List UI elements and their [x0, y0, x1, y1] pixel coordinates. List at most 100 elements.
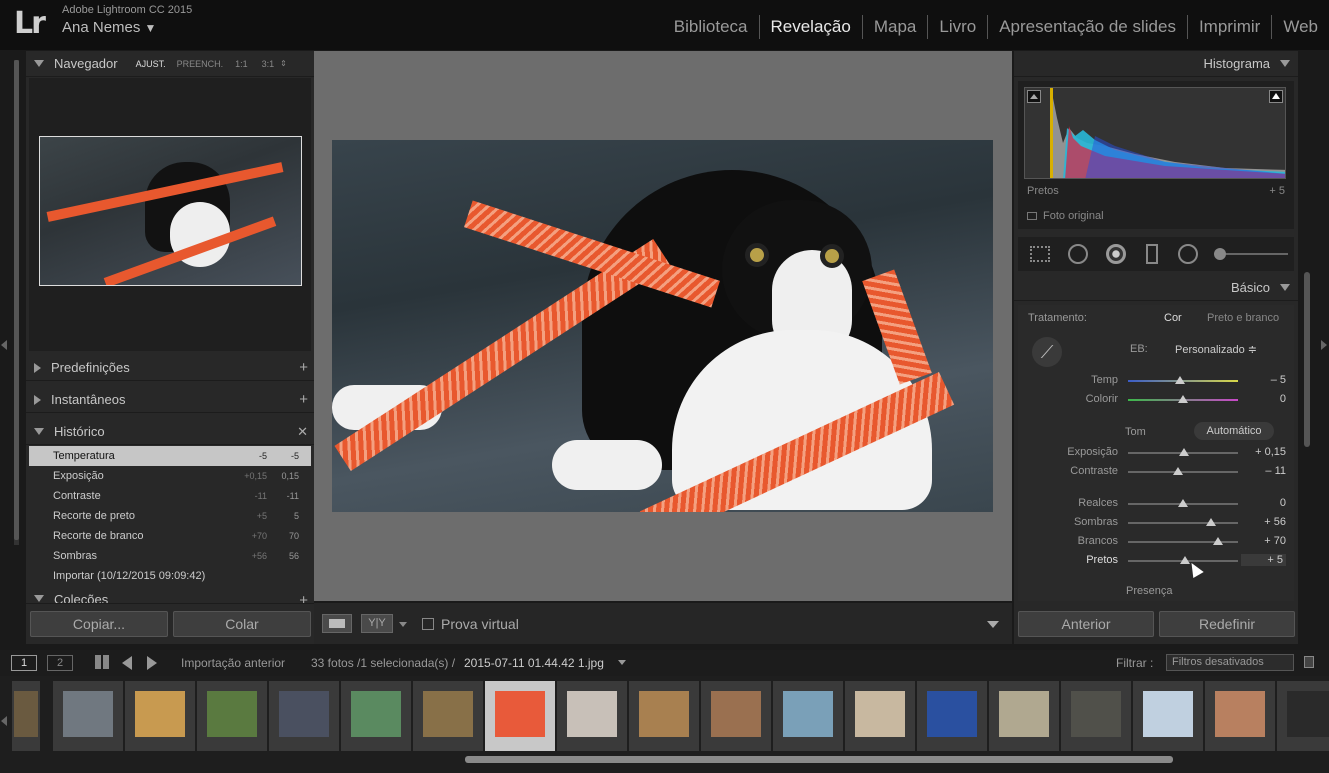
slider-knob[interactable] [1178, 395, 1188, 403]
film-thumbnail[interactable] [269, 681, 339, 751]
slider-knob[interactable] [1205, 518, 1216, 526]
module-develop[interactable]: Revelação [758, 15, 862, 39]
history-item[interactable]: Recorte de branco +70 70 [29, 526, 311, 546]
slider-track[interactable] [1128, 471, 1238, 473]
wb-select[interactable]: Personalizado ≑ [1175, 343, 1257, 356]
film-thumbnail[interactable] [485, 681, 555, 751]
shadow-clip-icon[interactable] [1027, 90, 1041, 103]
snapshots-header[interactable]: Instantâneos + [26, 387, 314, 413]
window-1-button[interactable]: 1 [11, 655, 37, 671]
treatment-bw[interactable]: Preto e branco [1207, 312, 1279, 324]
original-photo-checkbox[interactable] [1027, 212, 1037, 220]
film-thumbnail[interactable] [629, 681, 699, 751]
add-collection-icon[interactable]: + [299, 592, 308, 603]
soft-proof-checkbox[interactable] [422, 618, 434, 630]
film-thumbnail[interactable] [917, 681, 987, 751]
film-thumbnail[interactable] [1133, 681, 1203, 751]
filter-lock-icon[interactable] [1304, 656, 1314, 668]
loupe-view-icon[interactable] [322, 614, 352, 633]
reset-button[interactable]: Redefinir [1159, 611, 1295, 637]
module-map[interactable]: Mapa [861, 15, 928, 39]
slider-2[interactable]: Exposição + 0,15 [1018, 444, 1296, 460]
slider-knob[interactable] [1178, 499, 1188, 507]
slider-value[interactable]: – 11 [1265, 465, 1286, 477]
module-slideshow[interactable]: Apresentação de slides [987, 15, 1187, 39]
zoom-3-1[interactable]: 3:1 [262, 59, 275, 69]
add-preset-icon[interactable]: + [299, 359, 308, 376]
forward-arrow-icon[interactable] [147, 656, 157, 670]
film-thumbnail[interactable] [53, 681, 123, 751]
film-thumbnail[interactable] [125, 681, 195, 751]
film-thumbnail[interactable] [1205, 681, 1275, 751]
history-header[interactable]: Histórico ✕ [26, 419, 314, 445]
main-photo[interactable] [332, 140, 993, 512]
zoom-fit[interactable]: AJUST. [136, 59, 166, 69]
navigator-header[interactable]: Navegador AJUST. PREENCH. 1:1 3:1 ⇕ [26, 51, 314, 77]
slider-knob[interactable] [1180, 556, 1191, 564]
file-menu-arrow-icon[interactable] [618, 660, 626, 665]
module-library[interactable]: Biblioteca [663, 15, 759, 39]
film-thumbnail[interactable] [1061, 681, 1131, 751]
slider-value[interactable]: 0 [1280, 497, 1286, 509]
crop-tool-icon[interactable] [1030, 246, 1050, 262]
before-after-toggle[interactable]: Y|Y [361, 614, 393, 633]
slider-knob[interactable] [1179, 448, 1190, 456]
slider-value[interactable]: – 5 [1271, 374, 1286, 386]
film-thumbnail[interactable] [1277, 681, 1329, 751]
history-item[interactable]: Recorte de preto +5 5 [29, 506, 311, 526]
zoom-fill[interactable]: PREENCH. [177, 59, 224, 69]
left-scrollbar[interactable] [14, 60, 19, 545]
radial-filter-icon[interactable] [1178, 244, 1198, 264]
clear-history-icon[interactable]: ✕ [297, 424, 308, 440]
film-thumbnail[interactable] [989, 681, 1059, 751]
dropdown-arrow-icon[interactable] [399, 622, 407, 627]
slider-6[interactable]: Brancos + 70 [1018, 533, 1296, 549]
film-thumbnail[interactable] [773, 681, 843, 751]
previous-button[interactable]: Anterior [1018, 611, 1154, 637]
slider-5[interactable]: Sombras + 56 [1018, 514, 1296, 530]
history-item[interactable]: Contraste -11 -11 [29, 486, 311, 506]
add-snapshot-icon[interactable]: + [299, 391, 308, 408]
back-arrow-icon[interactable] [122, 656, 132, 670]
navigator-thumbnail[interactable] [39, 136, 302, 286]
history-item[interactable]: Sombras +56 56 [29, 546, 311, 566]
history-item[interactable]: Temperatura -5 -5 [29, 446, 311, 466]
module-book[interactable]: Livro [927, 15, 987, 39]
film-thumbnail[interactable] [557, 681, 627, 751]
slider-knob[interactable] [1172, 467, 1183, 475]
slider-value[interactable]: + 70 [1264, 535, 1286, 547]
filter-select[interactable]: Filtros desativados [1166, 654, 1294, 671]
film-thumbnail[interactable] [413, 681, 483, 751]
film-thumbnail[interactable] [845, 681, 915, 751]
window-2-button[interactable]: 2 [47, 655, 73, 671]
module-print[interactable]: Imprimir [1186, 15, 1271, 39]
film-thumbnail[interactable] [701, 681, 771, 751]
film-thumbnail[interactable] [197, 681, 267, 751]
slider-value[interactable]: + 5 [1241, 554, 1286, 566]
treatment-color[interactable]: Cor [1164, 312, 1182, 324]
slider-value[interactable]: + 0,15 [1255, 446, 1286, 458]
filmstrip-left-icon[interactable] [1, 716, 7, 726]
file-name[interactable]: 2015-07-11 01.44.42 1.jpg [464, 656, 604, 670]
left-panel-toggle-icon[interactable] [1, 340, 7, 350]
right-scrollbar[interactable] [1304, 272, 1310, 447]
paste-button[interactable]: Colar [173, 611, 311, 637]
film-thumbnail[interactable] [12, 681, 40, 751]
film-thumbnail[interactable] [341, 681, 411, 751]
highlight-clip-icon[interactable] [1269, 90, 1283, 103]
user-name[interactable]: Ana Nemes ▼ [62, 19, 156, 36]
histogram-header[interactable]: Histograma [1014, 51, 1298, 77]
zoom-1-1[interactable]: 1:1 [235, 59, 248, 69]
slider-knob[interactable] [1213, 537, 1224, 545]
filmstrip-scrollbar[interactable] [465, 756, 1173, 763]
slider-0[interactable]: Temp – 5 [1018, 372, 1296, 388]
presets-header[interactable]: Predefinições + [26, 355, 314, 381]
slider-value[interactable]: 0 [1280, 393, 1286, 405]
auto-tone-button[interactable]: Automático [1194, 422, 1274, 440]
collections-header[interactable]: Coleções + [26, 592, 314, 604]
grid-view-icon[interactable] [95, 655, 109, 669]
slider-knob[interactable] [1174, 376, 1185, 384]
slider-3[interactable]: Contraste – 11 [1018, 463, 1296, 479]
history-item[interactable]: Exposição +0,15 0,15 [29, 466, 311, 486]
source-label[interactable]: Importação anterior [181, 656, 285, 670]
